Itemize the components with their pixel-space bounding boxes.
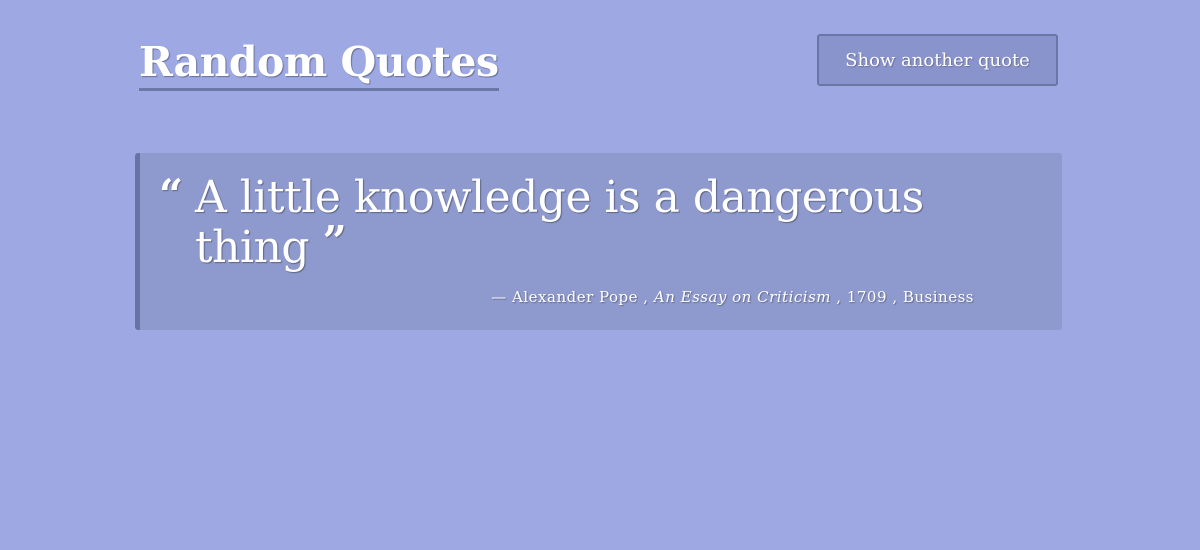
quote-attribution: — Alexander Pope , An Essay on Criticism… — [491, 288, 974, 306]
quote-year: 1709 — [846, 288, 888, 306]
open-quote-mark: “ — [159, 170, 184, 219]
separator: , — [892, 288, 898, 306]
separator: , — [836, 288, 842, 306]
attribution-dash: — — [491, 288, 507, 306]
quote-box: “ A little knowledge is a dangerous thin… — [135, 153, 1062, 330]
page: Random Quotes Show another quote “ A lit… — [0, 0, 1200, 550]
quote-text: A little knowledge is a dangerous thing — [195, 172, 924, 273]
quote-citation: An Essay on Criticism — [653, 288, 831, 306]
close-quote-mark: ” — [322, 217, 347, 266]
quote-text-block: A little knowledge is a dangerous thing … — [195, 173, 1015, 273]
separator: , — [643, 288, 649, 306]
quote-tag: Business — [902, 288, 974, 306]
page-title: Random Quotes — [139, 36, 499, 91]
show-another-quote-button[interactable]: Show another quote — [817, 34, 1058, 86]
quote-source: Alexander Pope — [512, 288, 639, 306]
